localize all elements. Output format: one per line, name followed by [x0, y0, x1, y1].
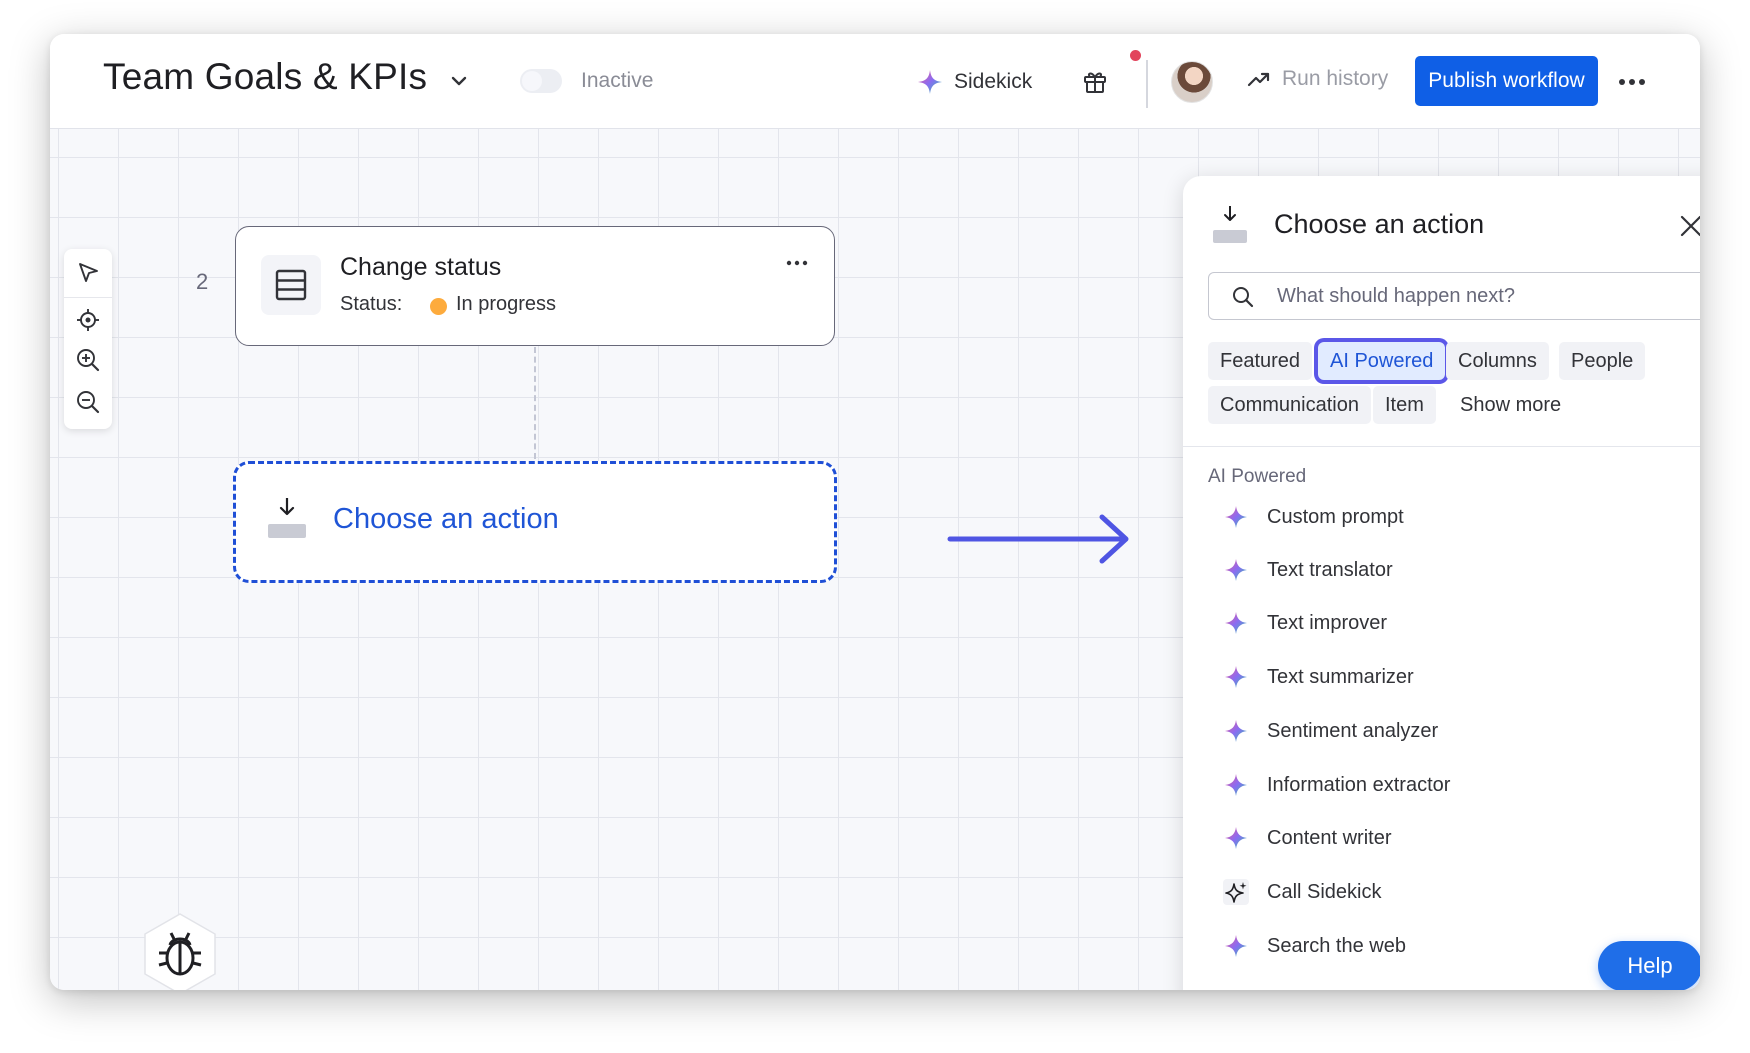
ai-sparkle-icon	[1225, 720, 1247, 742]
status-dot	[430, 298, 447, 315]
action-item-text-summarizer[interactable]: Text summarizer	[1223, 657, 1414, 697]
action-item-label: Text translator	[1267, 558, 1393, 581]
chip-show-more[interactable]: Show more	[1448, 386, 1573, 424]
notification-dot	[1130, 50, 1141, 61]
action-item-text-improver[interactable]: Text improver	[1223, 603, 1387, 643]
change-status-card[interactable]: Change status Status: In progress	[235, 226, 835, 346]
action-item-sentiment-analyzer[interactable]: Sentiment analyzer	[1223, 711, 1438, 751]
publish-workflow-button[interactable]: Publish workflow	[1415, 56, 1598, 106]
panel-title: Choose an action	[1274, 209, 1485, 239]
run-history-button[interactable]: Run history	[1246, 66, 1388, 92]
header-divider	[1146, 60, 1148, 108]
avatar[interactable]	[1171, 61, 1213, 103]
step-number: 2	[196, 269, 209, 294]
action-item-custom-prompt[interactable]: Custom prompt	[1223, 497, 1404, 537]
choose-action-panel: Choose an action Featured AI Powered Col…	[1183, 176, 1700, 990]
toggle-status-label: Inactive	[581, 69, 654, 92]
choose-action-label: Choose an action	[333, 503, 559, 535]
run-history-label: Run history	[1282, 67, 1389, 90]
sidekick-label: Sidekick	[954, 70, 1033, 93]
action-item-label: Information extractor	[1267, 773, 1451, 796]
help-button[interactable]: Help	[1598, 941, 1700, 990]
ai-sparkle-icon	[1225, 935, 1247, 957]
ai-sparkle-icon	[1225, 559, 1247, 581]
chip-communication[interactable]: Communication	[1208, 386, 1371, 424]
action-item-call-sidekick[interactable]: Call Sidekick	[1223, 872, 1381, 912]
action-item-label: Search the web	[1267, 934, 1406, 957]
action-item-label: Text summarizer	[1267, 665, 1414, 688]
search-input[interactable]	[1277, 281, 1697, 311]
trend-up-icon	[1247, 72, 1270, 87]
action-item-content-writer[interactable]: Content writer	[1223, 818, 1392, 858]
workflow-builder-window: Team Goals & KPIs Inactive Sidekick Run …	[50, 34, 1700, 990]
action-item-label: Content writer	[1267, 826, 1392, 849]
sidekick-button[interactable]: Sidekick	[916, 66, 1032, 98]
table-icon	[261, 255, 321, 315]
action-search	[1208, 272, 1700, 320]
action-item-search-the-web[interactable]: Search the web	[1223, 926, 1406, 966]
workflow-title[interactable]: Team Goals & KPIs	[103, 56, 427, 98]
action-item-label: Call Sidekick	[1267, 880, 1382, 903]
close-icon[interactable]	[1678, 213, 1700, 239]
top-bar: Team Goals & KPIs Inactive Sidekick Run …	[50, 34, 1700, 129]
status-value: In progress	[456, 293, 557, 315]
panel-divider	[1183, 446, 1700, 447]
card-menu-icon[interactable]	[784, 253, 810, 273]
chip-ai-powered[interactable]: AI Powered	[1318, 342, 1446, 380]
chip-people[interactable]: People	[1559, 342, 1646, 380]
card-title: Change status	[340, 253, 502, 281]
sidekick-sparkle-icon	[918, 70, 942, 94]
action-item-label: Sentiment analyzer	[1267, 719, 1439, 742]
chip-featured[interactable]: Featured	[1208, 342, 1313, 380]
chip-item[interactable]: Item	[1373, 386, 1436, 424]
toolbar-divider	[64, 297, 112, 298]
arrow-right-icon	[947, 514, 1129, 564]
search-icon	[1233, 287, 1254, 308]
chip-columns[interactable]: Columns	[1446, 342, 1549, 380]
ai-sparkle-icon	[1225, 506, 1247, 528]
step-connector	[534, 347, 536, 459]
ai-sparkle-icon	[1225, 612, 1247, 634]
action-item-information-extractor[interactable]: Information extractor	[1223, 765, 1450, 805]
debug-bug-icon[interactable]	[135, 909, 225, 990]
more-options-icon[interactable]	[1616, 68, 1648, 96]
ai-sparkle-icon	[1225, 827, 1247, 849]
action-item-label: Custom prompt	[1267, 505, 1404, 528]
action-item-text-translator[interactable]: Text translator	[1223, 550, 1393, 590]
status-key: Status:	[340, 293, 403, 315]
section-label: AI Powered	[1208, 466, 1307, 487]
action-item-label: Text improver	[1267, 611, 1388, 634]
gift-icon[interactable]	[1081, 67, 1109, 95]
choose-action-card[interactable]: Choose an action	[233, 461, 837, 583]
active-toggle[interactable]	[520, 69, 562, 93]
action-placeholder-icon	[1213, 206, 1247, 243]
ai-sparkle-icon	[1225, 774, 1247, 796]
canvas-toolbar	[64, 249, 112, 429]
chevron-down-icon[interactable]	[448, 70, 470, 92]
zoom-out-icon[interactable]	[74, 388, 102, 416]
recenter-icon[interactable]	[74, 306, 102, 334]
select-icon[interactable]	[74, 259, 102, 287]
ai-sparkle-icon	[1225, 666, 1247, 688]
zoom-in-icon[interactable]	[74, 346, 102, 374]
action-placeholder-icon	[268, 498, 306, 538]
sidekick-outline-icon	[1223, 879, 1249, 905]
